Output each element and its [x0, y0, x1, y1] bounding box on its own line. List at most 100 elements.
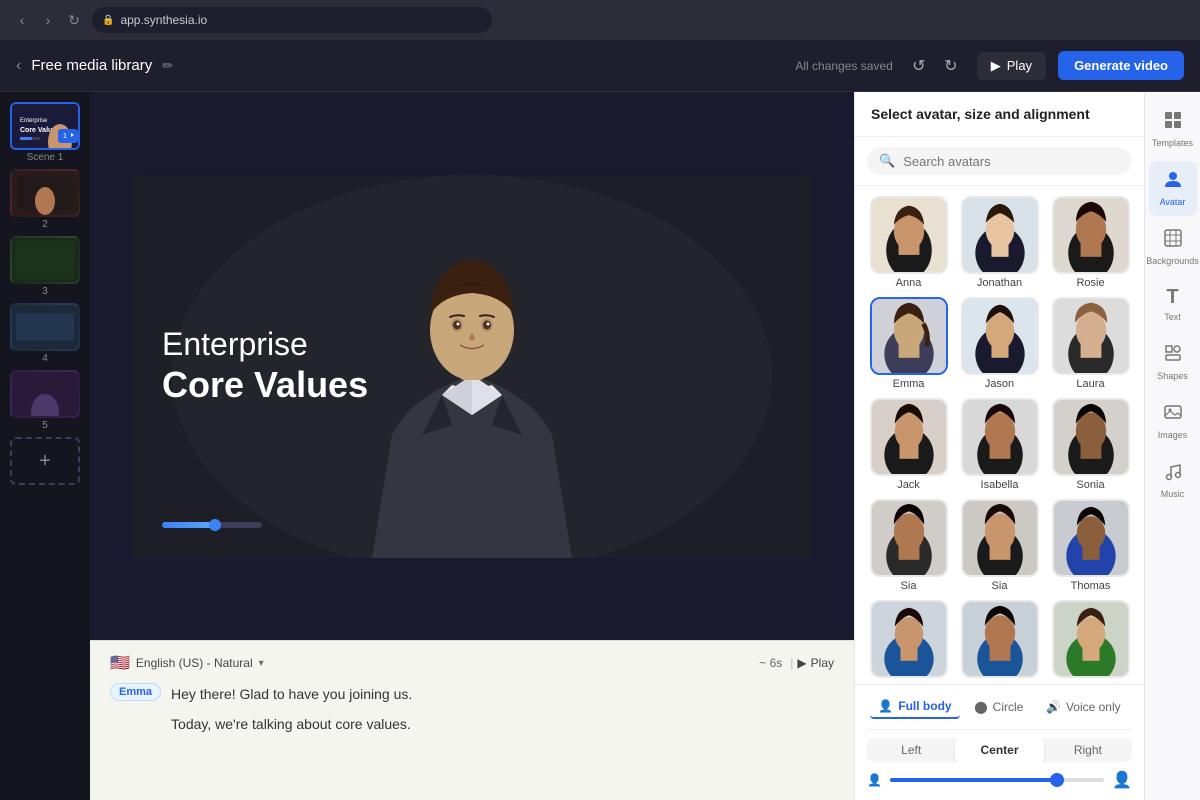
- avatar-card-sonia[interactable]: Sonia: [1049, 398, 1132, 491]
- avatar-card-jason[interactable]: Jason: [958, 297, 1041, 390]
- play-button[interactable]: ▶ Play: [977, 52, 1046, 80]
- duration-text: ~ 6s: [759, 656, 782, 670]
- avatar-card-laura[interactable]: Laura: [1049, 297, 1132, 390]
- circle-label: Circle: [993, 700, 1024, 714]
- scene-thumb-2[interactable]: 2: [10, 169, 80, 230]
- edit-title-icon[interactable]: ✏: [162, 58, 173, 74]
- tool-text[interactable]: T Text: [1149, 278, 1197, 331]
- reload-button[interactable]: ↻: [64, 10, 84, 30]
- script-play-icon: ▶: [797, 656, 806, 670]
- scene-2-preview: [10, 169, 80, 217]
- alignment-row: Left Center Right: [867, 738, 1132, 762]
- script-header: 🇺🇸 English (US) - Natural ▾ ~ 6s | ▶ Pla…: [110, 653, 834, 673]
- size-slider[interactable]: [890, 778, 1104, 782]
- avatar-name-jason: Jason: [985, 378, 1014, 390]
- language-selector[interactable]: 🇺🇸 English (US) - Natural ▾: [110, 653, 264, 673]
- script-content: Hey there! Glad to have you joining us. …: [171, 683, 412, 736]
- back-nav-button[interactable]: ‹: [12, 10, 32, 30]
- script-play-label: Play: [811, 656, 834, 670]
- scene-1-label: Scene 1: [10, 152, 80, 163]
- tool-shapes[interactable]: Shapes: [1149, 335, 1197, 390]
- avatar-img-sia2: [961, 499, 1039, 577]
- avatar-img-anna: [870, 196, 948, 274]
- browser-chrome: ‹ › ↻ 🔒 app.synthesia.io: [0, 0, 1200, 40]
- scenes-panel: Enterprise Core Values 1 Scene 1: [0, 92, 90, 800]
- view-mode-voiceonly[interactable]: 🔊 Voice only: [1038, 695, 1129, 719]
- scene-4-preview: [10, 303, 80, 351]
- avatar-card-isabella[interactable]: Isabella: [958, 398, 1041, 491]
- add-scene-button[interactable]: +: [10, 437, 80, 485]
- flag-icon: 🇺🇸: [110, 653, 130, 673]
- view-mode-circle[interactable]: ⬤ Circle: [966, 695, 1031, 719]
- avatar-card-15[interactable]: [1049, 600, 1132, 681]
- avatar-card-sia2[interactable]: Sia: [958, 499, 1041, 592]
- avatar-search-area: 🔍: [855, 137, 1144, 186]
- avatar-name-isabella: Isabella: [981, 479, 1019, 491]
- scene-thumb-1[interactable]: Enterprise Core Values 1 Scene 1: [10, 102, 80, 163]
- search-input-wrap: 🔍: [867, 147, 1132, 175]
- tool-images[interactable]: Images: [1149, 394, 1197, 449]
- video-canvas[interactable]: Enterprise Core Values: [132, 175, 812, 558]
- lock-icon: 🔒: [102, 15, 114, 26]
- svg-text:1: 1: [63, 133, 67, 140]
- scene-thumb-5[interactable]: 5: [10, 370, 80, 431]
- avatar-card-sia1[interactable]: Sia: [867, 499, 950, 592]
- search-input[interactable]: [903, 154, 1120, 169]
- video-progress-bar[interactable]: [162, 522, 262, 528]
- avatar-card-14[interactable]: [958, 600, 1041, 681]
- search-icon: 🔍: [879, 153, 895, 169]
- align-right-button[interactable]: Right: [1044, 738, 1132, 762]
- music-icon: [1163, 461, 1183, 486]
- align-left-button[interactable]: Left: [867, 738, 955, 762]
- tool-avatar[interactable]: Avatar: [1149, 161, 1197, 216]
- language-label: English (US) - Natural: [136, 656, 253, 670]
- avatar-img-jonathan: [961, 196, 1039, 274]
- script-line-1[interactable]: Hey there! Glad to have you joining us.: [171, 683, 412, 705]
- main-content: Enterprise Core Values 1 Scene 1: [0, 92, 1200, 800]
- avatar-img-isabella: [961, 398, 1039, 476]
- top-bar-right: All changes saved ↺ ↻ ▶ Play Generate vi…: [795, 51, 1184, 80]
- speaker-badge: Emma: [110, 683, 161, 701]
- music-label: Music: [1161, 489, 1185, 500]
- avatar-card-13[interactable]: [867, 600, 950, 681]
- scene-3-label: 3: [10, 286, 80, 297]
- redo-button[interactable]: ↻: [937, 52, 965, 80]
- app-shell: ‹ Free media library ✏ All changes saved…: [0, 40, 1200, 800]
- avatar-img-rosie: [1052, 196, 1130, 274]
- avatar-card-anna[interactable]: Anna: [867, 196, 950, 289]
- view-mode-fullbody[interactable]: 👤 Full body: [870, 695, 959, 719]
- forward-nav-button[interactable]: ›: [38, 10, 58, 30]
- avatars-grid: Anna Jonathan: [855, 186, 1144, 684]
- undo-button[interactable]: ↺: [905, 52, 933, 80]
- video-title-line1: Enterprise: [162, 326, 368, 363]
- back-button[interactable]: ‹: [16, 57, 21, 75]
- script-panel: 🇺🇸 English (US) - Natural ▾ ~ 6s | ▶ Pla…: [90, 640, 854, 800]
- script-play-button[interactable]: ▶ Play: [797, 656, 834, 670]
- shapes-label: Shapes: [1157, 371, 1188, 382]
- script-line-2[interactable]: Today, we're talking about core values.: [171, 713, 412, 735]
- size-large-icon: 👤: [1112, 770, 1132, 790]
- align-center-button[interactable]: Center: [955, 738, 1043, 762]
- avatar-card-jack[interactable]: Jack: [867, 398, 950, 491]
- tool-templates[interactable]: Templates: [1149, 102, 1197, 157]
- avatar-card-jonathan[interactable]: Jonathan: [958, 196, 1041, 289]
- video-progress-fill: [162, 522, 217, 528]
- address-bar[interactable]: 🔒 app.synthesia.io: [92, 7, 492, 33]
- avatar-card-emma[interactable]: Emma: [867, 297, 950, 390]
- saved-status: All changes saved: [795, 59, 892, 73]
- script-duration: ~ 6s | ▶ Play: [759, 656, 834, 670]
- tool-music[interactable]: Music: [1149, 453, 1197, 508]
- avatar-tool-icon: [1163, 169, 1183, 194]
- tool-backgrounds[interactable]: Backgrounds: [1149, 220, 1197, 275]
- url-text: app.synthesia.io: [120, 13, 207, 27]
- avatar-card-rosie[interactable]: Rosie: [1049, 196, 1132, 289]
- size-small-icon: 👤: [867, 773, 882, 787]
- avatar-card-thomas[interactable]: Thomas: [1049, 499, 1132, 592]
- avatar-name-laura: Laura: [1076, 378, 1104, 390]
- scene-thumb-3[interactable]: 3: [10, 236, 80, 297]
- generate-video-button[interactable]: Generate video: [1058, 51, 1184, 80]
- text-label: Text: [1164, 312, 1181, 323]
- scene-5-preview: [10, 370, 80, 418]
- avatar-name-jack: Jack: [897, 479, 920, 491]
- scene-thumb-4[interactable]: 4: [10, 303, 80, 364]
